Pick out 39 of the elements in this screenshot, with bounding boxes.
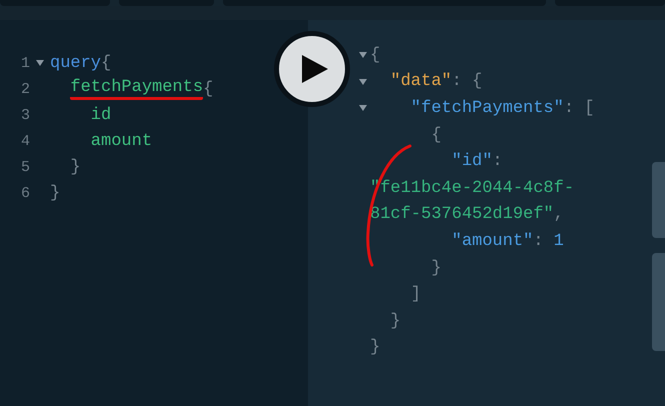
string-value: 81cf-5376452d19ef": [370, 205, 554, 224]
code-punctuation: :: [492, 152, 503, 172]
code-punctuation: :: [533, 232, 544, 251]
query-editor[interactable]: 1 query{ 2 fetchPayments{ 3 id 4 amount 5 } 6 }: [0, 20, 308, 406]
json-key: "id": [370, 152, 492, 172]
field-name: id: [90, 106, 112, 124]
side-tab[interactable]: [652, 253, 665, 351]
code-punctuation: }: [430, 258, 442, 278]
code-punctuation: }: [69, 158, 81, 176]
keyword: query: [50, 54, 102, 72]
side-tab[interactable]: [652, 162, 665, 238]
line-number: 3: [20, 106, 30, 124]
line-number: 5: [20, 158, 30, 176]
line-number: 4: [20, 132, 30, 150]
play-icon: [302, 55, 328, 83]
code-punctuation: ]: [410, 285, 422, 304]
line-number: 2: [20, 80, 30, 98]
code-punctuation: }: [50, 184, 60, 202]
fold-arrow-icon[interactable]: [359, 78, 367, 85]
line-number: 6: [20, 184, 30, 202]
fold-arrow-icon[interactable]: [36, 60, 44, 66]
json-key: "fetchPayments": [370, 98, 564, 118]
code-punctuation: : {: [452, 72, 482, 92]
code-punctuation: }: [370, 338, 380, 358]
code-punctuation: {: [370, 46, 380, 65]
fold-arrow-icon[interactable]: [359, 52, 367, 58]
code-punctuation: }: [389, 312, 401, 331]
json-key: "amount": [370, 232, 534, 251]
json-key: "data": [370, 72, 452, 92]
code-punctuation: {: [203, 80, 214, 98]
code-punctuation: : [: [564, 98, 594, 118]
field-name: amount: [90, 132, 152, 150]
code-punctuation: {: [430, 126, 442, 145]
line-number: 1: [20, 54, 30, 72]
number-value: 1: [554, 232, 564, 251]
code-punctuation: ,: [554, 205, 564, 224]
code-punctuation: {: [101, 54, 112, 72]
underlined-field-name: fetchPayments: [70, 78, 204, 100]
fold-arrow-icon[interactable]: [359, 105, 367, 112]
